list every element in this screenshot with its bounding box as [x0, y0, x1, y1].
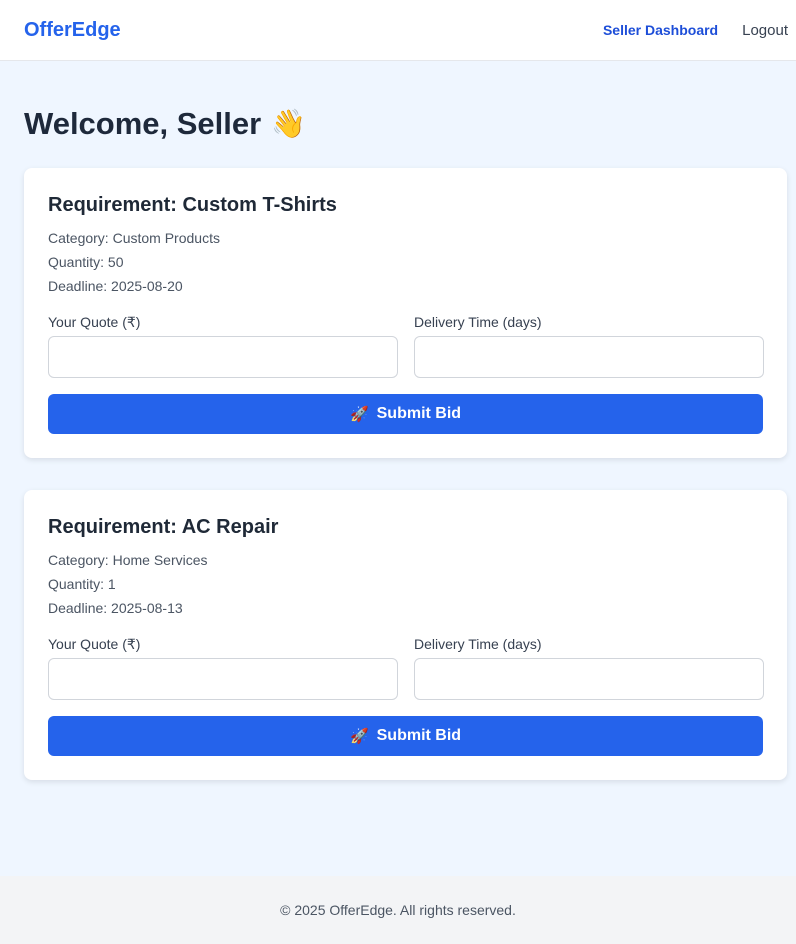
quote-label: Your Quote (₹)	[48, 314, 141, 330]
top-navbar: OfferEdge Seller Dashboard Logout	[0, 0, 796, 61]
requirement-card: Requirement: Custom T-Shirts Category: C…	[24, 168, 787, 458]
footer-copyright: © 2025 OfferEdge. All rights reserved.	[280, 902, 516, 918]
rocket-icon: 🚀	[349, 406, 369, 423]
quote-input[interactable]	[48, 658, 398, 700]
waving-hand-icon: 👋	[271, 108, 307, 139]
quote-input[interactable]	[48, 336, 398, 378]
requirement-title: Requirement: AC Repair	[48, 516, 279, 538]
requirement-quantity: Quantity: 1	[48, 576, 116, 592]
submit-bid-label: Submit Bid	[376, 727, 462, 744]
nav-link-seller-dashboard[interactable]: Seller Dashboard	[603, 22, 718, 38]
requirement-title: Requirement: Custom T-Shirts	[48, 194, 337, 216]
page-title: Welcome, Seller 👋	[24, 106, 306, 142]
delivery-time-input[interactable]	[414, 336, 764, 378]
requirement-category: Category: Home Services	[48, 552, 208, 568]
requirement-deadline: Deadline: 2025-08-13	[48, 600, 183, 616]
delivery-time-label: Delivery Time (days)	[414, 636, 542, 652]
requirement-deadline: Deadline: 2025-08-20	[48, 278, 183, 294]
page-footer: © 2025 OfferEdge. All rights reserved.	[0, 876, 796, 944]
submit-bid-label: Submit Bid	[376, 405, 462, 422]
requirement-category: Category: Custom Products	[48, 230, 220, 246]
quote-label: Your Quote (₹)	[48, 636, 141, 652]
requirement-card: Requirement: AC Repair Category: Home Se…	[24, 490, 787, 780]
page-title-text: Welcome, Seller	[24, 106, 262, 141]
submit-bid-button[interactable]: 🚀 Submit Bid	[48, 716, 763, 756]
delivery-time-label: Delivery Time (days)	[414, 314, 542, 330]
delivery-time-input[interactable]	[414, 658, 764, 700]
rocket-icon: 🚀	[349, 728, 369, 745]
submit-bid-button[interactable]: 🚀 Submit Bid	[48, 394, 763, 434]
requirement-quantity: Quantity: 50	[48, 254, 124, 270]
brand-logo[interactable]: OfferEdge	[24, 19, 121, 42]
nav-links: Seller Dashboard Logout	[603, 22, 788, 39]
nav-link-logout[interactable]: Logout	[742, 22, 788, 39]
